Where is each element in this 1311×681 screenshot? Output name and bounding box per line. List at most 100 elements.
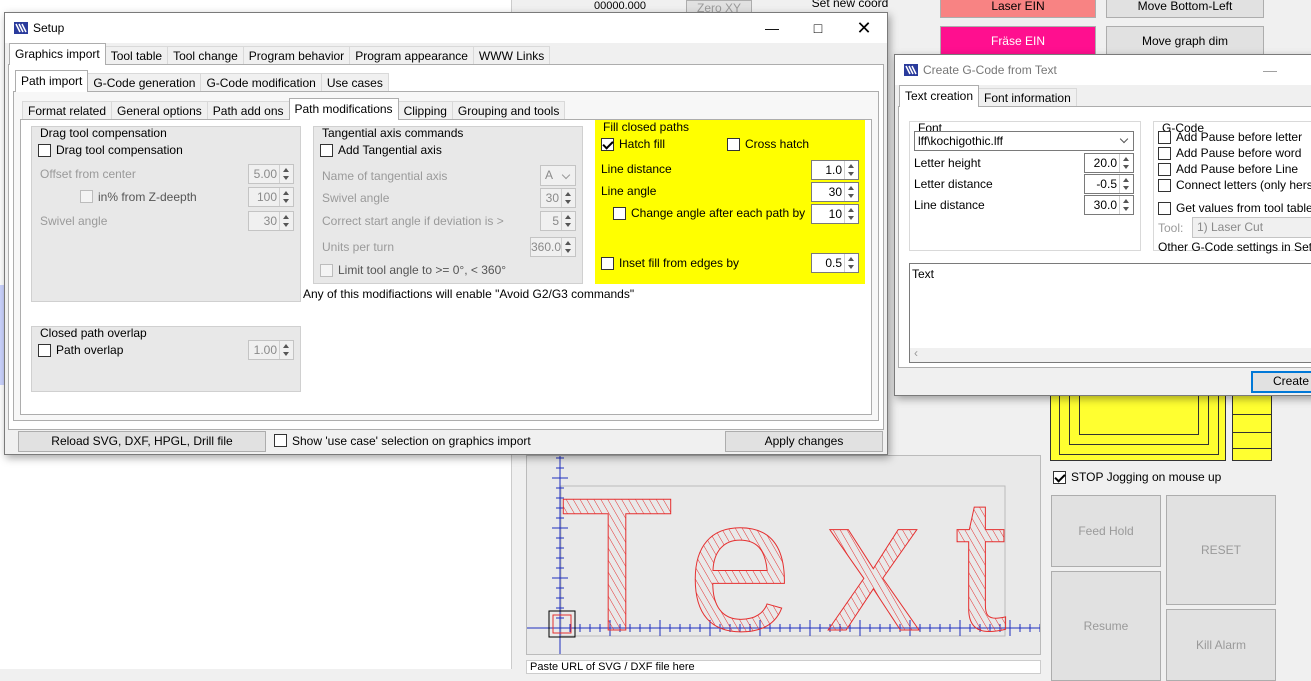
tab-program-behavior[interactable]: Program behavior <box>242 46 351 65</box>
line-distance-label: Line distance <box>914 198 985 212</box>
correct-angle-label: Correct start angle if deviation is > <box>322 214 504 228</box>
tab-gcode-generation[interactable]: G-Code generation <box>87 73 202 92</box>
laser-ein-button[interactable]: Laser EIN <box>940 0 1096 18</box>
percent-checkbox[interactable] <box>80 190 93 203</box>
letter-distance-input[interactable]: -0.5 <box>1084 174 1134 194</box>
set-new-coord-button[interactable]: Set new coord <box>790 0 910 12</box>
move-bottom-left-button[interactable]: Move Bottom-Left <box>1106 0 1264 18</box>
minimize-icon[interactable]: — <box>749 13 795 43</box>
letter-height-input[interactable]: 20.0 <box>1084 153 1134 173</box>
main-tab-panel: Path import G-Code generation G-Code mod… <box>8 64 884 430</box>
maximize-icon[interactable]: □ <box>1293 55 1311 85</box>
inset-fill-checkbox[interactable] <box>601 257 614 270</box>
drag-swivel-input[interactable]: 30 <box>248 211 294 231</box>
apply-changes-button[interactable]: Apply changes <box>725 431 883 452</box>
axis-name-select[interactable]: A <box>540 165 576 186</box>
gcode-options-group: G-Code Add Pause before letter Add Pause… <box>1153 121 1311 254</box>
path-overlap-checkbox[interactable] <box>38 344 51 357</box>
tab-path-import[interactable]: Path import <box>15 70 89 92</box>
create-gcode-button[interactable]: Create G <box>1251 371 1311 393</box>
font-select[interactable]: lff\kochigothic.lff <box>914 131 1134 151</box>
minimize-icon[interactable]: — <box>1247 55 1293 85</box>
url-status-bar[interactable]: Paste URL of SVG / DXF file here <box>526 660 1041 674</box>
tab-font-information[interactable]: Font information <box>978 88 1077 107</box>
path-overlap-input[interactable]: 1.00 <box>248 340 294 360</box>
tab-text-creation[interactable]: Text creation <box>899 85 980 107</box>
tab-path-modifications[interactable]: Path modifications <box>288 98 399 120</box>
tab-tool-change[interactable]: Tool change <box>167 46 244 65</box>
canvas-drawing: Text <box>527 456 1040 654</box>
connect-letters-checkbox[interactable] <box>1158 179 1171 192</box>
reload-file-button[interactable]: Reload SVG, DXF, HPGL, Drill file <box>18 431 266 452</box>
pause-line-checkbox[interactable] <box>1158 163 1171 176</box>
tab-format-related[interactable]: Format related <box>22 101 113 120</box>
tab-www-links[interactable]: WWW Links <box>472 46 551 65</box>
change-angle-checkbox[interactable] <box>613 207 626 220</box>
change-angle-input[interactable]: 10 <box>811 204 859 224</box>
tool-label: Tool: <box>1158 221 1184 235</box>
path-modifications-panel: Drag tool compensation Drag tool compens… <box>20 119 872 415</box>
show-usecase-checkbox[interactable] <box>274 434 287 447</box>
pause-letter-label: Add Pause before letter <box>1176 130 1303 144</box>
text-input[interactable]: Text ‹ <box>909 263 1311 363</box>
line-angle-input[interactable]: 30 <box>811 182 859 202</box>
units-per-turn-input[interactable]: 360.0 <box>530 237 576 257</box>
main-tabs: Graphics import Tool table Tool change P… <box>9 43 551 65</box>
tab-program-appearance[interactable]: Program appearance <box>349 46 474 65</box>
pause-word-checkbox[interactable] <box>1158 147 1171 160</box>
limit-angle-checkbox[interactable] <box>320 264 333 277</box>
tangential-swivel-input[interactable]: 30 <box>540 188 576 208</box>
limit-angle-label: Limit tool angle to >= 0°, < 360° <box>338 263 507 277</box>
setup-title: Setup <box>33 21 65 35</box>
get-values-checkbox[interactable] <box>1158 202 1171 215</box>
percent-input[interactable]: 100 <box>248 187 294 207</box>
line-distance-input[interactable]: 1.0 <box>811 160 859 180</box>
font-group: Font lff\kochigothic.lff Letter height 2… <box>909 121 1141 251</box>
graphic-canvas[interactable]: Text <box>526 455 1041 655</box>
gcode-titlebar[interactable]: Create G-Code from Text — □ <box>895 55 1311 85</box>
tool-preview <box>1050 395 1226 461</box>
correct-angle-input[interactable]: 5 <box>540 211 576 231</box>
tab-gcode-modification[interactable]: G-Code modification <box>200 73 322 92</box>
tab-tool-table[interactable]: Tool table <box>104 46 169 65</box>
tab-use-cases[interactable]: Use cases <box>320 73 389 92</box>
stop-jogging-label: STOP Jogging on mouse up <box>1071 470 1222 484</box>
pause-letter-checkbox[interactable] <box>1158 131 1171 144</box>
reset-button[interactable]: RESET <box>1166 495 1276 605</box>
inset-fill-label: Inset fill from edges by <box>619 256 740 270</box>
offset-input[interactable]: 5.00 <box>248 164 294 184</box>
maximize-icon[interactable]: □ <box>795 13 841 43</box>
tangential-checkbox[interactable] <box>320 144 333 157</box>
tab-graphics-import[interactable]: Graphics import <box>9 43 106 65</box>
drag-tool-group-title: Drag tool compensation <box>40 126 167 140</box>
show-usecase-label: Show 'use case' selection on graphics im… <box>292 434 531 448</box>
tangential-label: Add Tangential axis <box>338 143 442 157</box>
tab-general-options[interactable]: General options <box>111 101 208 120</box>
text-creation-panel: Font lff\kochigothic.lff Letter height 2… <box>898 106 1311 368</box>
setup-titlebar[interactable]: Setup — □ ✕ <box>5 13 887 43</box>
tangential-group: Tangential axis commands Add Tangential … <box>313 126 583 284</box>
close-icon[interactable]: ✕ <box>841 13 887 43</box>
cross-hatch-label: Cross hatch <box>745 137 810 151</box>
tab-clipping[interactable]: Clipping <box>397 101 453 120</box>
stop-jogging-checkbox[interactable] <box>1053 471 1066 484</box>
drag-tool-checkbox[interactable] <box>38 144 51 157</box>
sub-tabs: Path import G-Code generation G-Code mod… <box>15 70 389 92</box>
tab-grouping-and-tools[interactable]: Grouping and tools <box>451 101 566 120</box>
feed-hold-button[interactable]: Feed Hold <box>1051 495 1161 567</box>
modifications-note: Any of this modifiactions will enable "A… <box>303 287 635 301</box>
fraese-ein-button[interactable]: Fräse EIN <box>940 26 1096 56</box>
line-distance-label: Line distance <box>601 162 672 176</box>
kill-alarm-button[interactable]: Kill Alarm <box>1166 609 1276 681</box>
drag-tool-group: Drag tool compensation Drag tool compens… <box>31 126 301 302</box>
cross-hatch-checkbox[interactable] <box>727 138 740 151</box>
horizontal-scrollbar[interactable]: ‹ <box>910 346 1311 362</box>
inset-fill-input[interactable]: 0.5 <box>811 253 859 273</box>
tab-path-add-ons[interactable]: Path add ons <box>206 101 290 120</box>
resume-button[interactable]: Resume <box>1051 571 1161 681</box>
move-graph-dim-button[interactable]: Move graph dim <box>1106 26 1264 56</box>
tool-select[interactable]: 1) Laser Cut <box>1192 217 1311 238</box>
gcode-line-distance-input[interactable]: 30.0 <box>1084 195 1134 215</box>
hatch-fill-checkbox[interactable] <box>601 138 614 151</box>
scroll-left-icon[interactable]: ‹ <box>914 346 918 360</box>
